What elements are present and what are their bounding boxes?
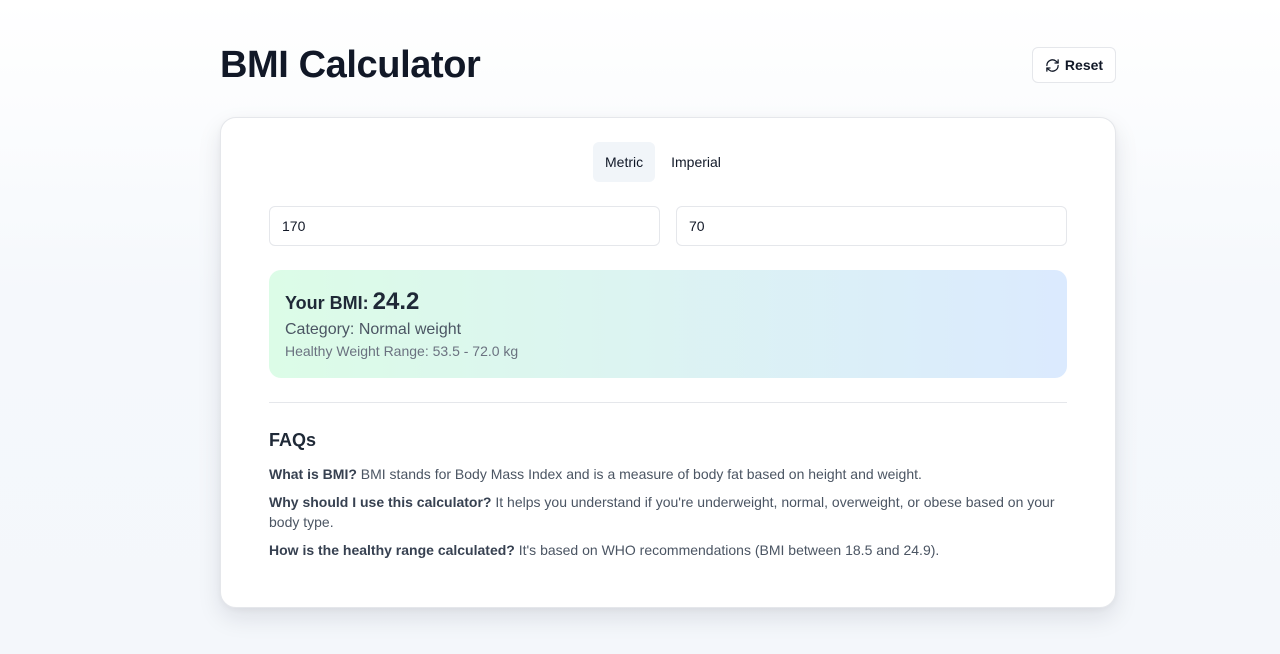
unit-tabs: Metric Imperial	[593, 142, 733, 182]
faq-item: What is BMI? BMI stands for Body Mass In…	[269, 464, 1069, 484]
page-title: BMI Calculator	[220, 44, 481, 86]
bmi-category: Category: Normal weight	[285, 321, 462, 338]
bmi-line: Your BMI: 24.2	[285, 288, 1051, 316]
header: BMI Calculator Reset	[220, 44, 1116, 86]
height-input[interactable]	[269, 206, 660, 246]
bmi-value: 24.2	[372, 288, 420, 315]
faq-item: Why should I use this calculator? It hel…	[269, 492, 1069, 532]
faq-title: FAQs	[269, 430, 317, 450]
faq-question: Why should I use this calculator?	[269, 494, 492, 510]
faq-item: How is the healthy range calculated? It'…	[269, 540, 1069, 560]
faq-question: How is the healthy range calculated?	[269, 542, 515, 558]
tab-imperial[interactable]: Imperial	[659, 142, 733, 182]
faq-answer: BMI stands for Body Mass Index and is a …	[356, 466, 922, 482]
tab-metric[interactable]: Metric	[593, 142, 656, 182]
faq-section: FAQs What is BMI? BMI stands for Body Ma…	[269, 430, 1069, 568]
bmi-result-panel: Your BMI: 24.2 Category: Normal weight H…	[269, 270, 1067, 378]
reset-label: Reset	[1064, 57, 1104, 73]
faq-answer: It's based on WHO recommendations (BMI b…	[514, 542, 940, 558]
bmi-label: Your BMI:	[285, 293, 369, 313]
faq-question: What is BMI?	[269, 466, 357, 482]
weight-input[interactable]	[676, 206, 1067, 246]
divider	[269, 402, 1067, 403]
refresh-icon	[1046, 58, 1059, 72]
reset-button[interactable]: Reset	[1032, 47, 1116, 83]
healthy-weight-range: Healthy Weight Range: 53.5 - 72.0 kg	[285, 343, 519, 359]
calculator-card: Metric Imperial Your BMI: 24.2 Category:…	[220, 117, 1116, 608]
